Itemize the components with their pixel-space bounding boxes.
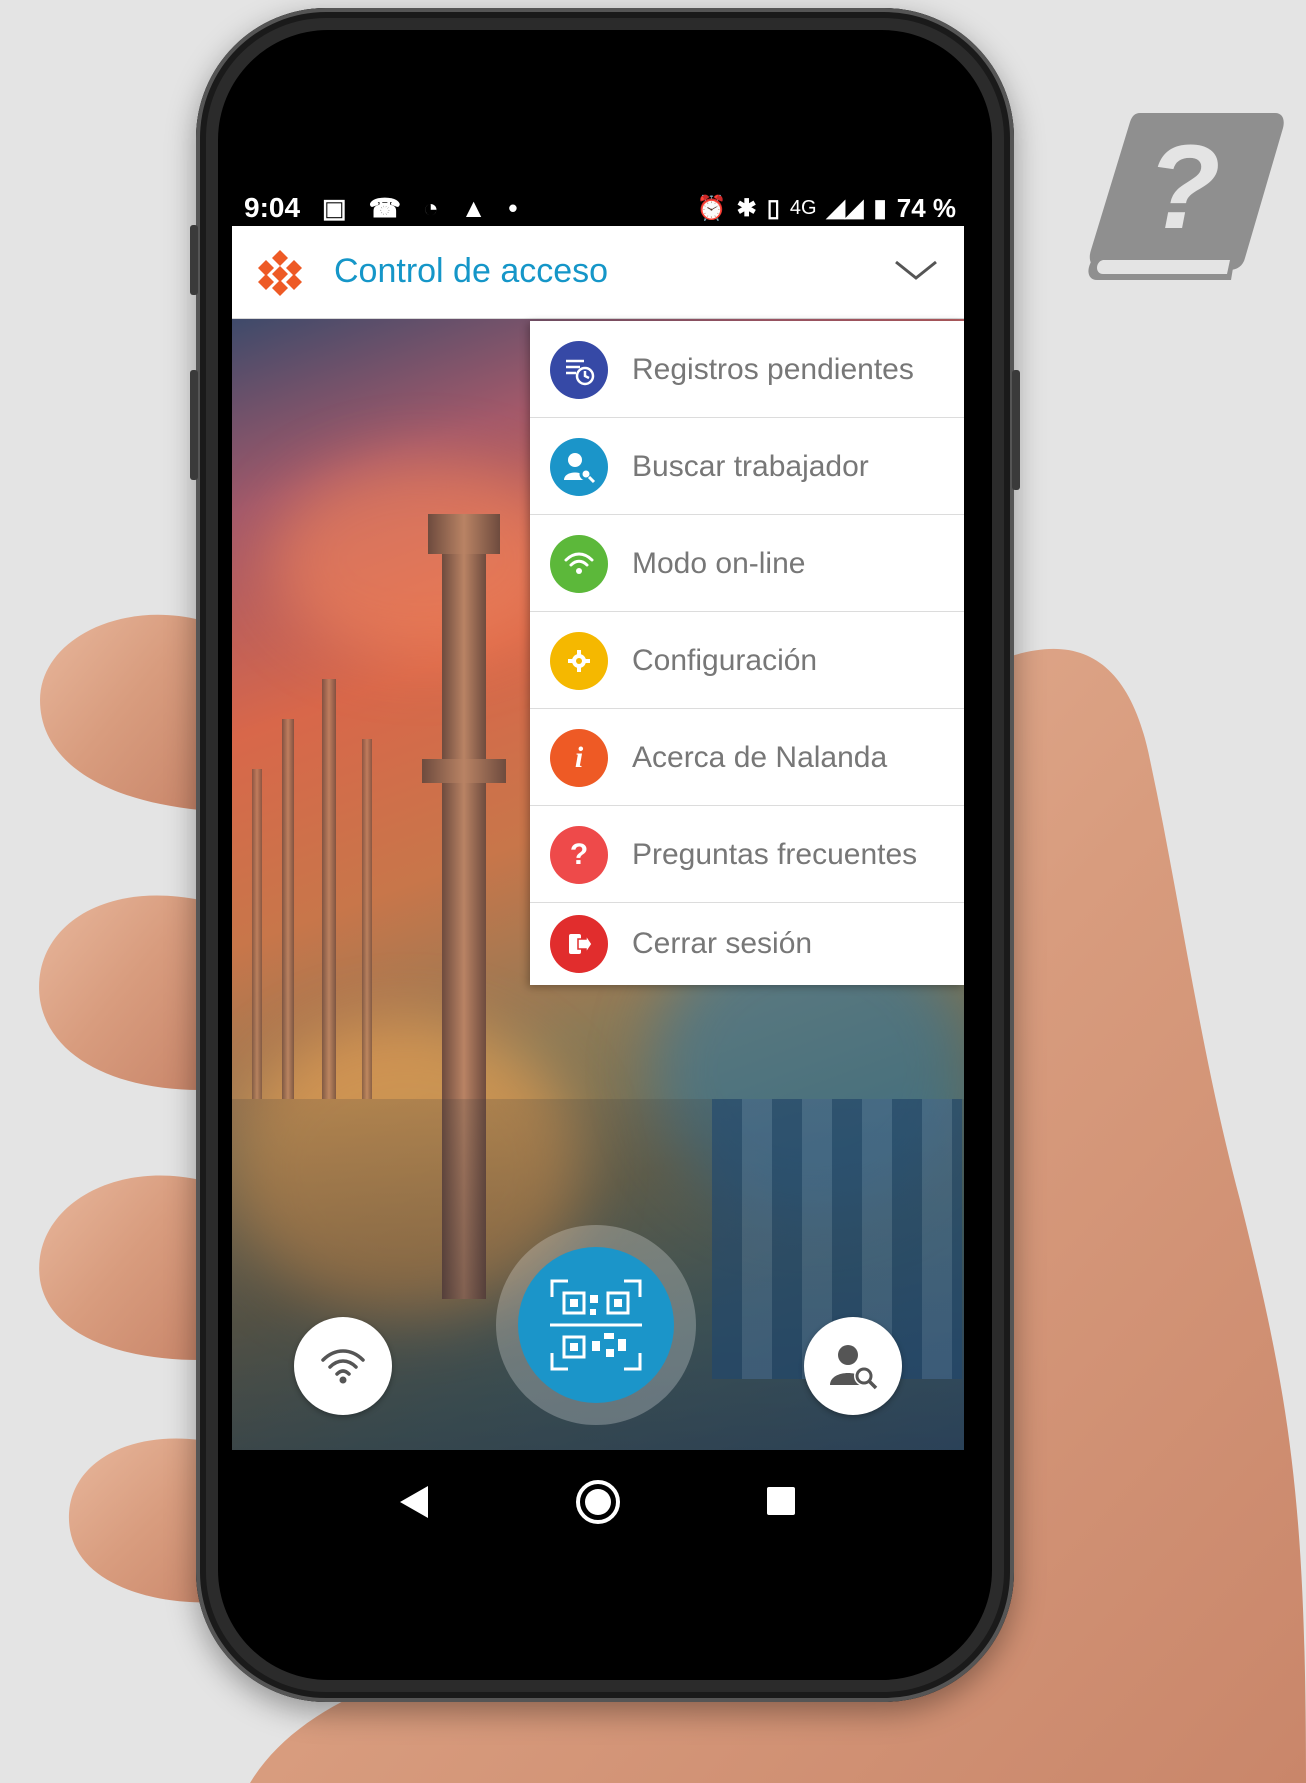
dropdown-menu: Registros pendientes Buscar trabajador M… bbox=[530, 321, 964, 985]
app-bar: Control de acceso bbox=[232, 226, 964, 319]
online-mode-button[interactable] bbox=[294, 1317, 392, 1415]
menu-item-preguntas-frecuentes[interactable]: ? Preguntas frecuentes bbox=[530, 806, 964, 903]
recents-icon[interactable] bbox=[766, 1486, 796, 1516]
drive-icon: ▲ bbox=[460, 192, 487, 223]
menu-item-label: Acerca de Nalanda bbox=[632, 741, 888, 774]
gear-icon bbox=[550, 632, 608, 690]
back-icon[interactable] bbox=[398, 1484, 432, 1520]
page-title: Control de acceso bbox=[334, 252, 609, 290]
side-button bbox=[1012, 370, 1020, 490]
wifi-icon bbox=[321, 1349, 365, 1384]
status-bar: 9:04 ▣ ☎ ◔ ▲ • ⏰ ✱ ▯ 4G ◢◢ ▮ 74 % bbox=[232, 190, 964, 226]
svg-text:?: ? bbox=[1147, 120, 1220, 254]
battery-percent: 74 % bbox=[896, 192, 956, 223]
info-icon: i bbox=[550, 729, 608, 787]
status-time: 9:04 bbox=[244, 192, 301, 223]
android-nav-bar bbox=[232, 1450, 964, 1550]
menu-item-configuracion[interactable]: Configuración bbox=[530, 612, 964, 709]
alarm-icon: ⏰ bbox=[696, 194, 727, 222]
menu-item-label: Buscar trabajador bbox=[632, 450, 869, 483]
dot-icon: • bbox=[508, 192, 518, 223]
menu-item-label: Configuración bbox=[632, 644, 818, 677]
app-screen: 9:04 ▣ ☎ ◔ ▲ • ⏰ ✱ ▯ 4G ◢◢ ▮ 74 % Contro… bbox=[232, 190, 964, 1550]
search-worker-icon bbox=[830, 1345, 878, 1390]
home-icon[interactable] bbox=[574, 1478, 622, 1526]
wifi-icon bbox=[550, 535, 608, 593]
side-button bbox=[190, 225, 198, 295]
nalanda-logo bbox=[258, 250, 302, 296]
side-button bbox=[190, 370, 198, 480]
phone-circle-icon: ◔ bbox=[422, 192, 439, 223]
network-label: 4G bbox=[789, 196, 817, 219]
battery-icon: ▮ bbox=[873, 194, 887, 222]
help-book-icon[interactable]: ? bbox=[1085, 108, 1285, 288]
menu-item-label: Preguntas frecuentes bbox=[632, 838, 918, 871]
menu-item-modo-online[interactable]: Modo on-line bbox=[530, 515, 964, 612]
scan-qr-button[interactable] bbox=[518, 1247, 674, 1403]
logout-icon bbox=[550, 915, 608, 973]
search-worker-icon bbox=[550, 438, 608, 496]
chevron-down-icon[interactable] bbox=[894, 258, 938, 284]
menu-item-label: Registros pendientes bbox=[632, 353, 914, 386]
qr-scan-icon bbox=[550, 1279, 642, 1371]
image-icon: ▣ bbox=[322, 192, 347, 223]
call-icon: ☎ bbox=[368, 192, 401, 223]
menu-item-buscar-trabajador[interactable]: Buscar trabajador bbox=[530, 418, 964, 515]
search-worker-button[interactable] bbox=[804, 1317, 902, 1415]
vibrate-icon: ▯ bbox=[766, 194, 780, 222]
menu-item-registros-pendientes[interactable]: Registros pendientes bbox=[530, 321, 964, 418]
bluetooth-icon: ✱ bbox=[736, 194, 757, 222]
menu-item-acerca-de-nalanda[interactable]: i Acerca de Nalanda bbox=[530, 709, 964, 806]
menu-item-label: Cerrar sesión bbox=[632, 927, 813, 960]
signal-icon: ◢◢ bbox=[826, 194, 864, 222]
menu-item-cerrar-sesion[interactable]: Cerrar sesión bbox=[530, 903, 964, 985]
question-icon: ? bbox=[550, 826, 608, 884]
menu-item-label: Modo on-line bbox=[632, 547, 806, 580]
pending-records-icon bbox=[550, 341, 608, 399]
